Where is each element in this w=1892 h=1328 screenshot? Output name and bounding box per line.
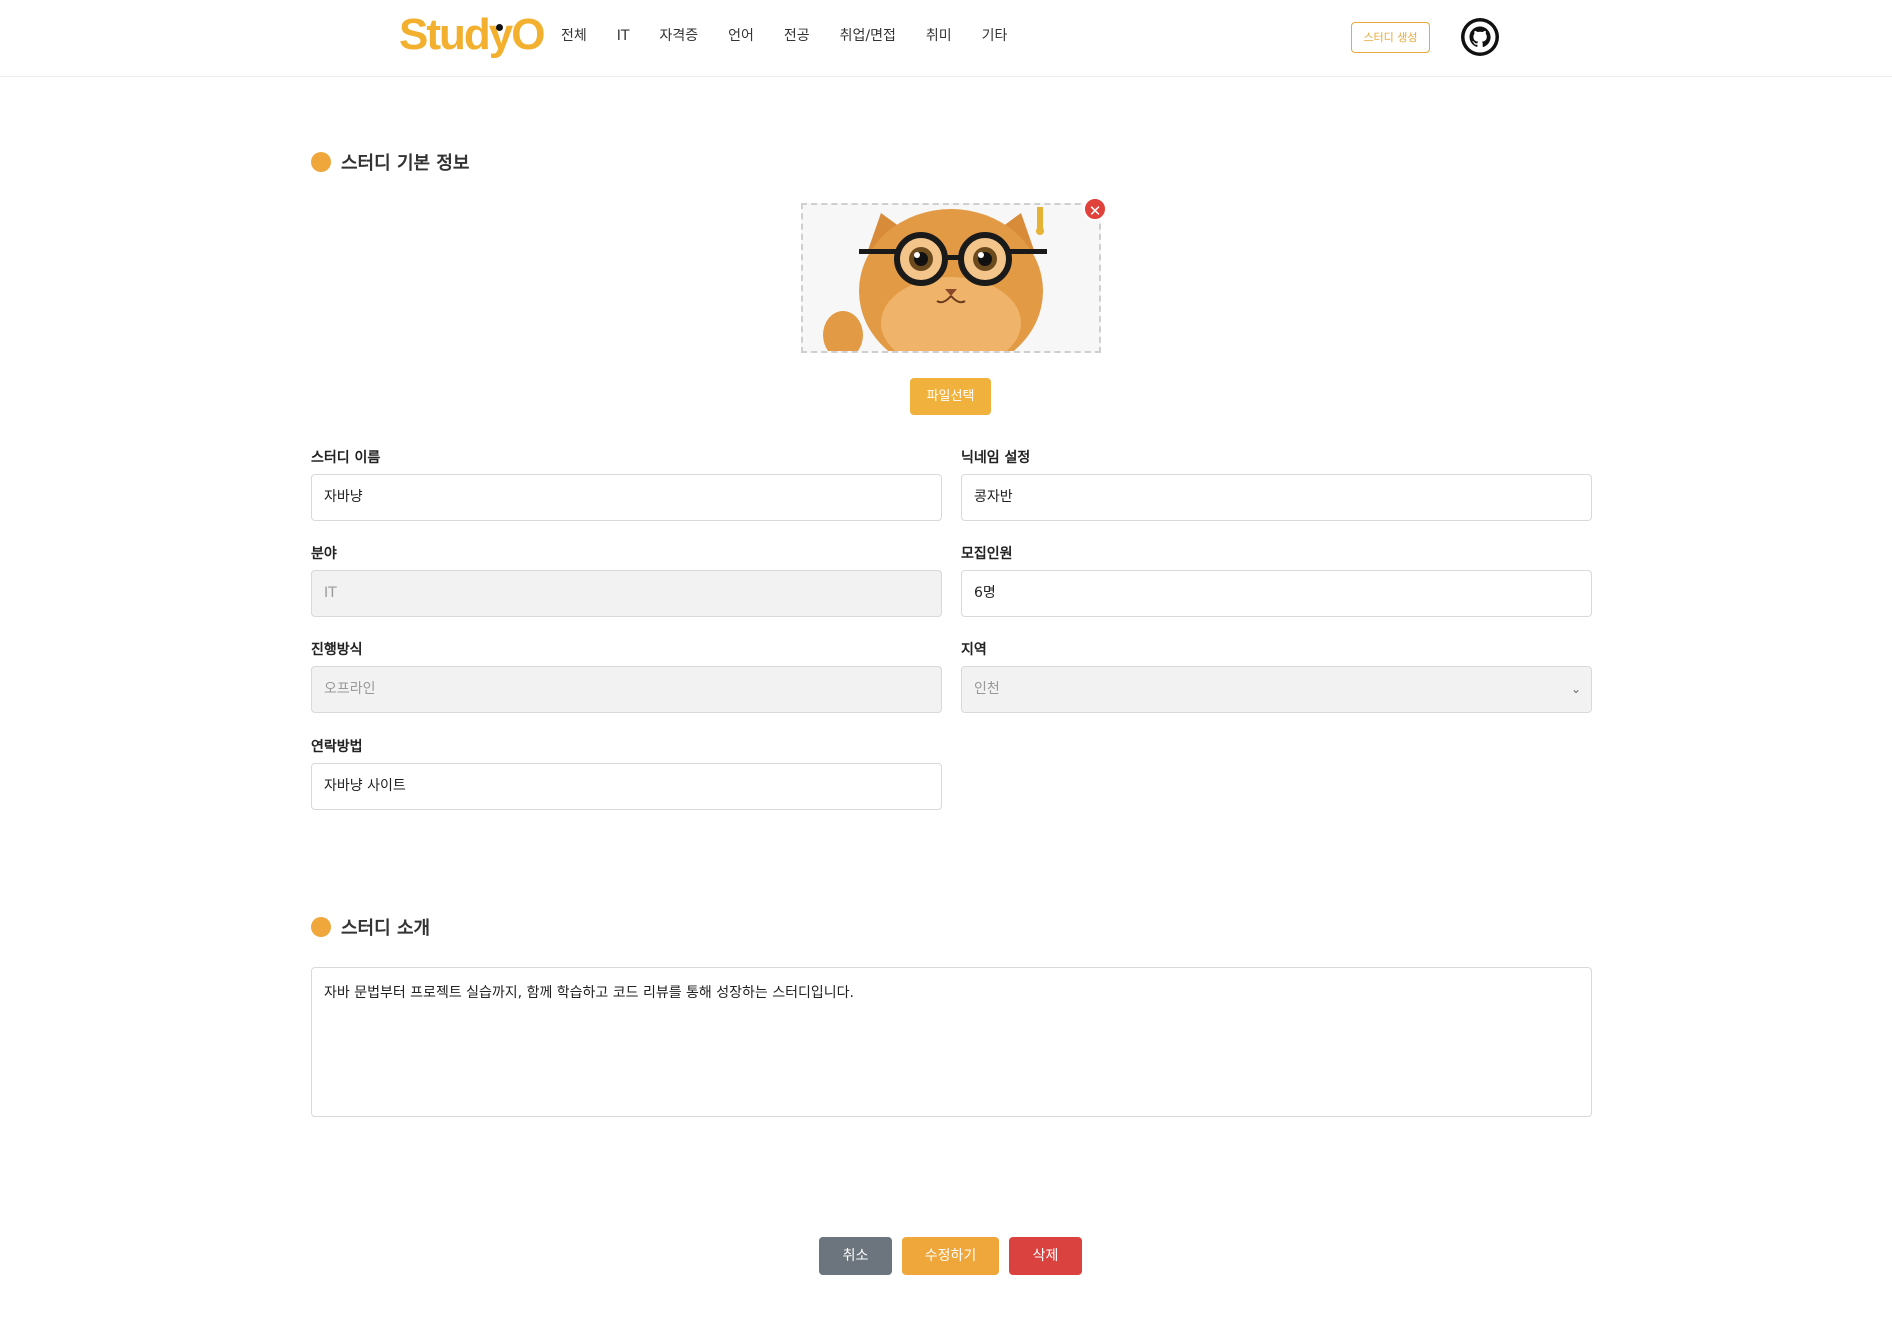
logo[interactable]: StudyO [399, 8, 545, 62]
mode-label: 진행방식 [311, 642, 363, 658]
remove-image-button[interactable]: ✕ [1083, 197, 1107, 221]
nav-item-all[interactable]: 전체 [561, 24, 587, 48]
file-select-button[interactable]: 파일선택 [910, 378, 991, 415]
top-navigation-bar: StudyO 전체 IT 자격증 언어 전공 취업/면접 취미 기타 스터디 생… [0, 0, 1892, 77]
region-selected-value: 인천 [974, 681, 1000, 697]
category-input: IT [311, 570, 942, 617]
nickname-input[interactable]: 콩자반 [961, 474, 1592, 521]
create-study-button[interactable]: 스터디 생성 [1351, 22, 1430, 53]
section-bullet-icon [311, 917, 331, 937]
region-select[interactable]: 인천 ⌄ [961, 666, 1592, 713]
github-icon[interactable] [1460, 17, 1500, 57]
study-name-label: 스터디 이름 [311, 450, 381, 466]
region-label: 지역 [961, 642, 987, 658]
capacity-label: 모집인원 [961, 546, 1013, 562]
study-intro-textarea[interactable]: 자바 문법부터 프로젝트 실습까지, 함께 학습하고 코드 리뷰를 통해 성장하… [311, 967, 1592, 1117]
nav-item-language[interactable]: 언어 [728, 24, 754, 48]
cancel-button[interactable]: 취소 [819, 1237, 892, 1275]
logo-dot [496, 24, 503, 31]
intro-title: 스터디 소개 [341, 918, 431, 939]
category-label: 분야 [311, 546, 337, 562]
logo-text: StudyO [399, 10, 545, 59]
chevron-down-icon: ⌄ [1570, 682, 1581, 696]
category-nav: 전체 IT 자격증 언어 전공 취업/면접 취미 기타 [561, 24, 1037, 48]
nav-item-job-interview[interactable]: 취업/면접 [840, 24, 896, 48]
cat-with-glasses-image [803, 205, 1099, 351]
mode-input: 오프라인 [311, 666, 942, 713]
nickname-label: 닉네임 설정 [961, 450, 1031, 466]
basic-info-title: 스터디 기본 정보 [341, 153, 470, 174]
nav-item-hobby[interactable]: 취미 [926, 24, 952, 48]
delete-button[interactable]: 삭제 [1009, 1237, 1082, 1275]
nav-item-certificate[interactable]: 자격증 [659, 24, 698, 48]
intro-heading: 스터디 소개 [311, 914, 430, 940]
capacity-input[interactable]: 6명 [961, 570, 1592, 617]
contact-input[interactable]: 자바냥 사이트 [311, 763, 942, 810]
basic-info-heading: 스터디 기본 정보 [311, 149, 469, 175]
nav-item-major[interactable]: 전공 [784, 24, 810, 48]
contact-label: 연락방법 [311, 739, 363, 755]
study-image-preview [801, 203, 1101, 353]
nav-item-it[interactable]: IT [617, 24, 630, 48]
study-name-input[interactable]: 자바냥 [311, 474, 942, 521]
section-bullet-icon [311, 152, 331, 172]
nav-item-etc[interactable]: 기타 [982, 24, 1008, 48]
edit-button[interactable]: 수정하기 [902, 1237, 999, 1275]
